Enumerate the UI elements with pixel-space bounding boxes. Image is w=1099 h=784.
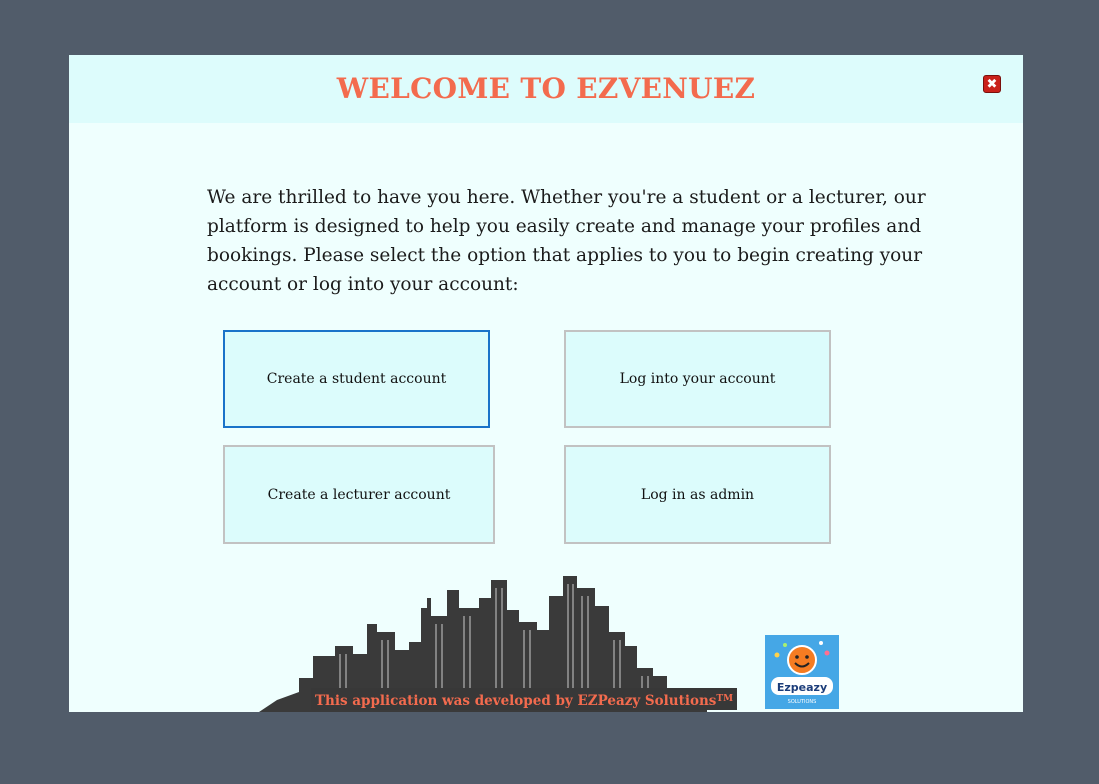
admin-login-button[interactable]: Log in as admin: [564, 445, 831, 544]
welcome-dialog: WELCOME TO EZVENUEZ ✖ We are thrilled to…: [69, 55, 1023, 712]
login-button[interactable]: Log into your account: [564, 330, 831, 428]
developer-credit: This application was developed by EZPeaz…: [311, 688, 738, 710]
title-bar: WELCOME TO EZVENUEZ ✖: [69, 55, 1023, 123]
close-icon[interactable]: ✖: [983, 75, 1001, 93]
credit-text: This application was developed by EZPeaz…: [315, 693, 717, 709]
ezpeazy-logo-graphic: Ezpeazy SOLUTIONS: [771, 641, 833, 705]
ezpeazy-logo-icon: Ezpeazy SOLUTIONS: [765, 635, 839, 709]
dialog-title: WELCOME TO EZVENUEZ: [336, 72, 756, 105]
logo-text: Ezpeazy: [777, 681, 827, 694]
create-lecturer-account-button[interactable]: Create a lecturer account: [223, 445, 495, 544]
create-student-account-button[interactable]: Create a student account: [223, 330, 490, 428]
logo-subtext: SOLUTIONS: [788, 699, 817, 705]
intro-text: We are thrilled to have you here. Whethe…: [207, 187, 926, 295]
trademark-mark: TM: [716, 694, 734, 704]
